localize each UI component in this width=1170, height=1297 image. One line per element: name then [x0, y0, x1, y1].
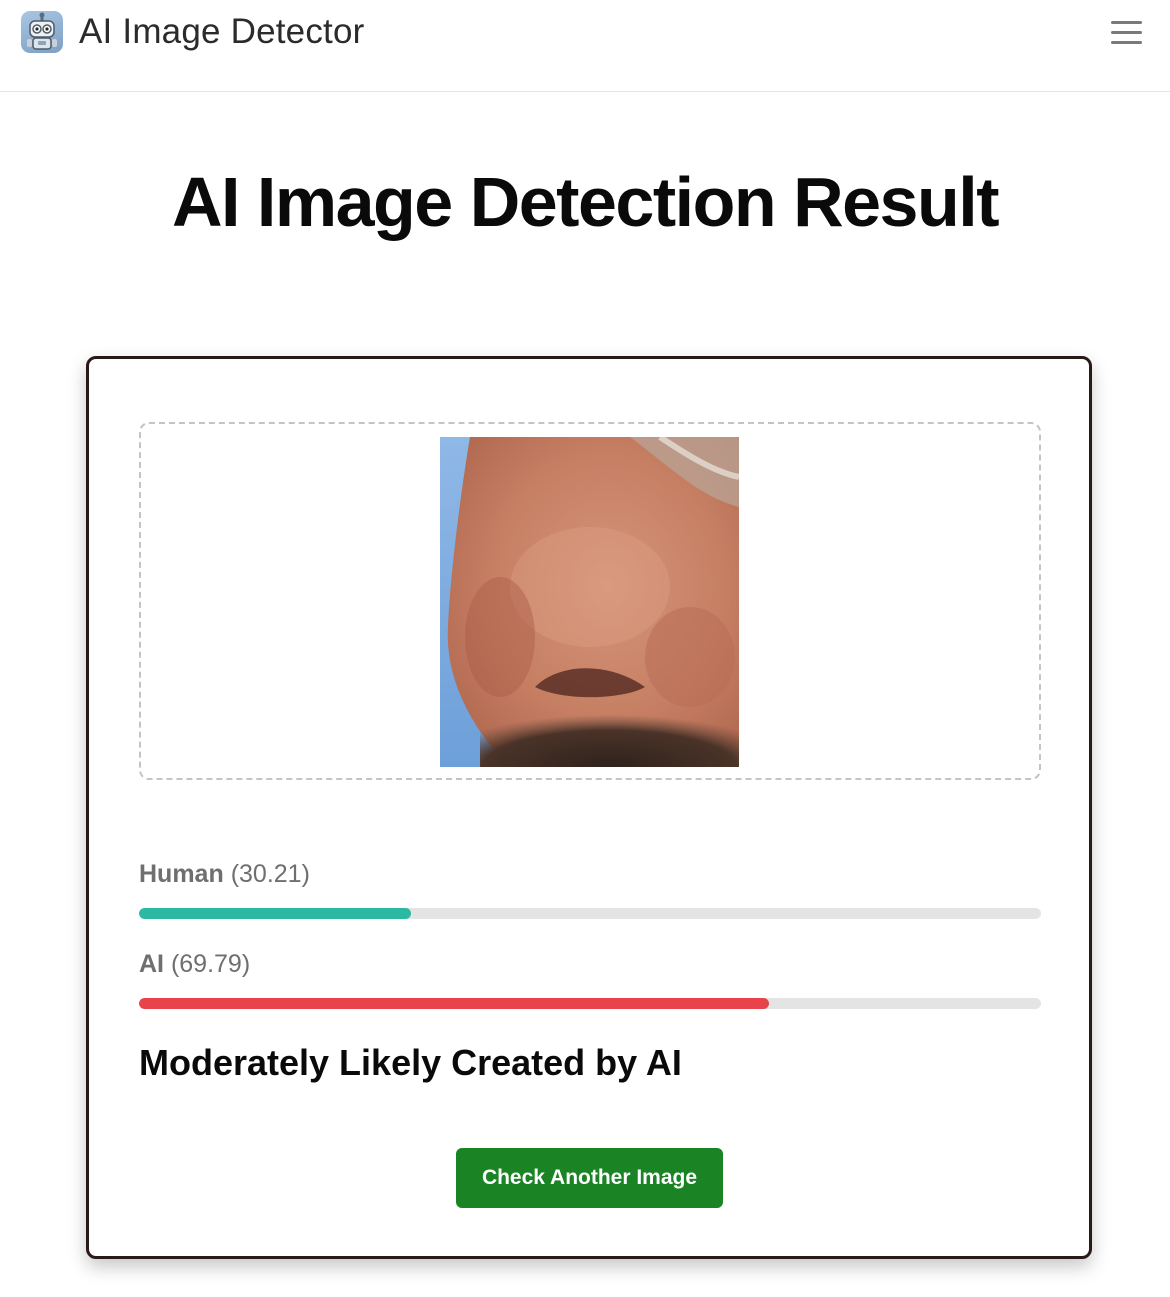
verdict-text: Moderately Likely Created by AI	[139, 1042, 682, 1083]
menu-line	[1110, 20, 1142, 24]
hamburger-menu-icon[interactable]	[1104, 14, 1148, 50]
check-another-image-button[interactable]: Check Another Image	[456, 1148, 723, 1208]
ai-score-label: AI (69.79)	[139, 949, 250, 979]
menu-line	[1110, 30, 1142, 34]
page-title: AI Image Detection Result	[171, 163, 1000, 241]
ai-score-bar	[139, 998, 1041, 1009]
app-name[interactable]: AI Image Detector	[79, 10, 364, 54]
ai-label: AI	[139, 950, 164, 978]
human-label: Human	[139, 860, 224, 888]
ai-value: (69.79)	[170, 950, 251, 978]
image-preview-area	[139, 422, 1041, 780]
ai-score-fill	[139, 998, 769, 1009]
result-card: Human (30.21) AI (69.79) Moderately Like…	[86, 356, 1092, 1259]
robot-icon[interactable]	[21, 11, 63, 53]
menu-line	[1110, 40, 1142, 44]
human-score-label: Human (30.21)	[139, 859, 310, 889]
human-score-bar	[139, 908, 1041, 919]
human-score-fill	[139, 908, 412, 919]
human-value: (30.21)	[230, 860, 310, 888]
uploaded-image	[440, 437, 739, 767]
top-navbar: AI Image Detector	[0, 0, 1170, 92]
